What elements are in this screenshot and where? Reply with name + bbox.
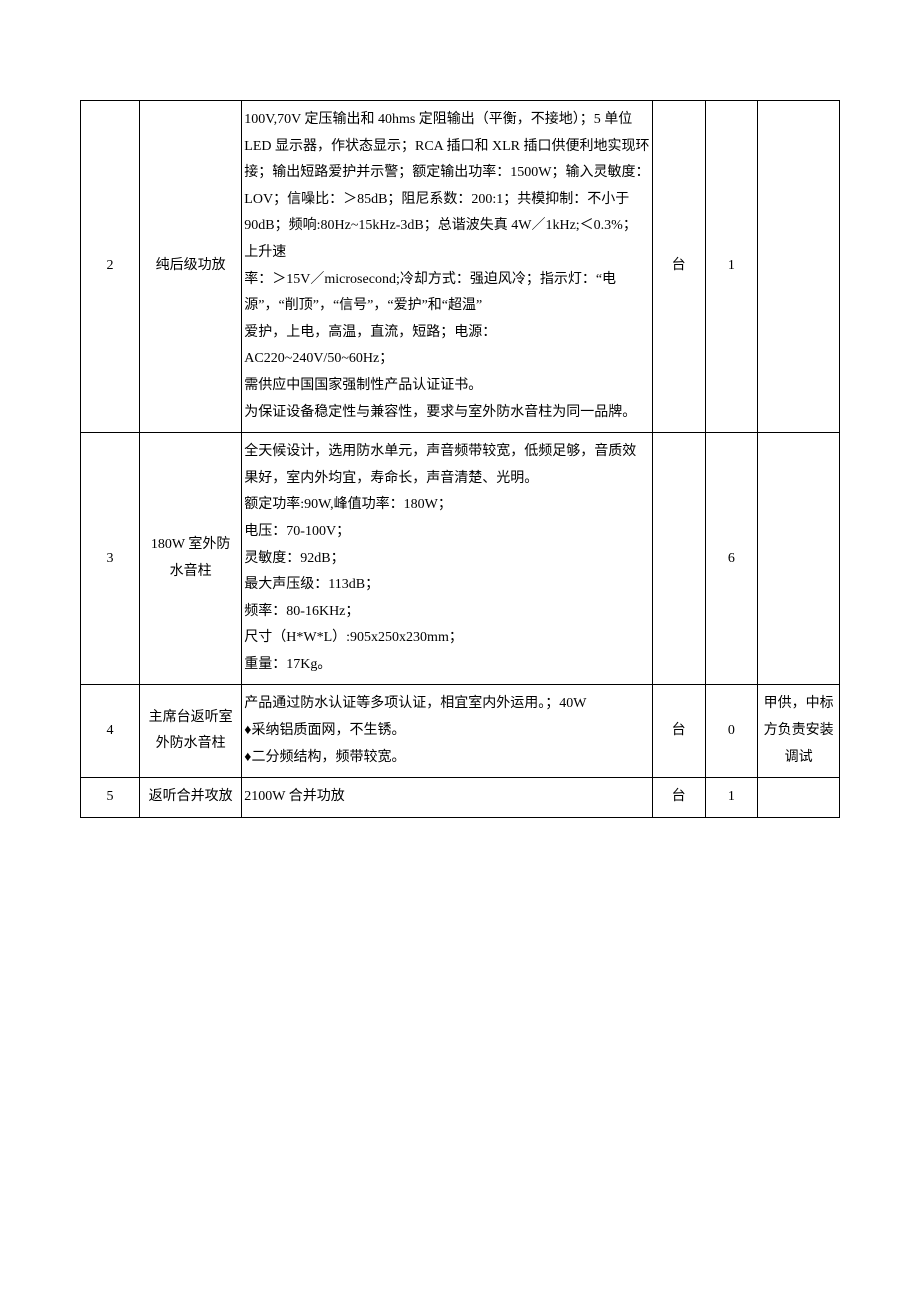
cell-qty: 1 bbox=[705, 101, 758, 433]
cell-desc: 全天候设计，选用防水单元，声音频带较宽，低频足够，音质效果好，室内外均宜，寿命长… bbox=[242, 433, 653, 685]
spec-table: 2 纯后级功放 100V,70V 定压输出和 40hms 定阻输出（平衡，不接地… bbox=[80, 100, 840, 818]
cell-qty: 6 bbox=[705, 433, 758, 685]
table-row: 2 纯后级功放 100V,70V 定压输出和 40hms 定阻输出（平衡，不接地… bbox=[81, 101, 840, 433]
table-row: 3 180W 室外防水音柱 全天候设计，选用防水单元，声音频带较宽，低频足够，音… bbox=[81, 433, 840, 685]
cell-note bbox=[758, 101, 840, 433]
cell-index: 5 bbox=[81, 778, 140, 818]
document-page: 2 纯后级功放 100V,70V 定压输出和 40hms 定阻输出（平衡，不接地… bbox=[0, 0, 920, 818]
cell-name: 180W 室外防水音柱 bbox=[139, 433, 241, 685]
cell-note bbox=[758, 433, 840, 685]
cell-name: 纯后级功放 bbox=[139, 101, 241, 433]
cell-qty: 1 bbox=[705, 778, 758, 818]
cell-note bbox=[758, 778, 840, 818]
cell-index: 3 bbox=[81, 433, 140, 685]
cell-unit: 台 bbox=[652, 101, 705, 433]
table-row: 5 返听合并攻放 2100W 合并功放 台 1 bbox=[81, 778, 840, 818]
table-row: 4 主席台返听室外防水音柱 产品通过防水认证等多项认证，相宜室内外运用。；40W… bbox=[81, 685, 840, 778]
cell-index: 2 bbox=[81, 101, 140, 433]
cell-unit: 台 bbox=[652, 685, 705, 778]
cell-desc: 产品通过防水认证等多项认证，相宜室内外运用。；40W♦采纳铝质面网，不生锈。♦二… bbox=[242, 685, 653, 778]
cell-desc: 100V,70V 定压输出和 40hms 定阻输出（平衡，不接地）；5 单位 L… bbox=[242, 101, 653, 433]
cell-desc: 2100W 合并功放 bbox=[242, 778, 653, 818]
cell-name: 返听合并攻放 bbox=[139, 778, 241, 818]
cell-qty: 0 bbox=[705, 685, 758, 778]
cell-index: 4 bbox=[81, 685, 140, 778]
cell-unit bbox=[652, 433, 705, 685]
cell-name: 主席台返听室外防水音柱 bbox=[139, 685, 241, 778]
cell-note: 甲供，中标方负责安装调试 bbox=[758, 685, 840, 778]
cell-unit: 台 bbox=[652, 778, 705, 818]
